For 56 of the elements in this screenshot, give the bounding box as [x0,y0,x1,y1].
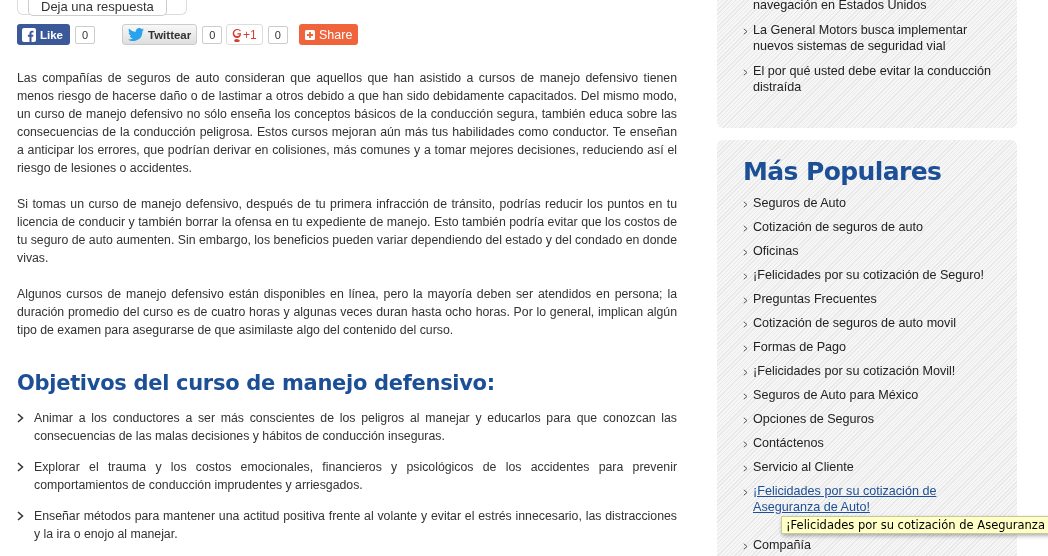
sidebar-heading: Más Populares [743,156,943,188]
popular-link[interactable]: ¡Felicidades por su cotización de Seguro! [753,267,984,283]
plus-one-button[interactable]: +1 [226,24,263,45]
chevron-icon [743,441,748,448]
popular-link[interactable]: Seguros de Auto para México [753,387,919,403]
chevron-icon [743,465,748,472]
news-link[interactable]: La General Motors busca implementar nuevos sistemas de seguridad vial [753,22,997,54]
bird-icon [128,28,144,41]
share-count: 0 [202,25,223,44]
popular-link[interactable]: Opciones de Seguros [753,411,875,427]
list-item: Explorar el trauma y los costos emocionales, financieros y psicológicos de los accidentes para prevenir comportamientos de conducción imprudentes y arriesgados. [34,459,677,494]
tweet-button[interactable]: Twittear [122,24,198,45]
list-item: Animar a los conductores a ser más conscientes de los peligros al manejar y educarlos para que conozcan las consecuencias de las malas decisiones y hábitos de conducción inseguras. [34,410,677,445]
popular-link[interactable]: Oficinas [753,243,799,259]
popular-link[interactable]: Servicio al Cliente [753,459,854,475]
chevron-icon [743,489,748,496]
chevron-icon [743,417,748,424]
paragraph: Algunos cursos de manejo defensivo están disponibles en línea, pero la mayoría deben ser atendidos en persona; la duración promedio del curso es de cuatro horas y algunas veces duran hasta ocho horas. Por lo general, implican algún tipo de examen para asegurarse de que asimilaste algo del contenido del curso. [17,286,677,339]
popular-link[interactable]: Preguntas Frecuentes [753,291,877,307]
chevron-icon [743,321,748,328]
section-heading: Objetivos del curso de manejo defensivo: [17,370,496,396]
popular-link[interactable]: Compañía [753,537,812,553]
g-icon [232,27,242,42]
news-link[interactable]: El por qué usted debe evitar la conducción distraída [753,63,997,95]
reply-button[interactable]: Deja una respuesta [28,0,167,16]
share-count: 0 [267,25,288,44]
chevron-icon [743,69,748,76]
chevron-icon [743,249,748,256]
popular-link[interactable]: Contáctenos [753,435,824,451]
chevron-icon [17,413,24,423]
chevron-icon [743,369,748,376]
facebook-icon [22,27,36,42]
chevron-icon [743,225,748,232]
popular-link[interactable]: Seguros de Auto [753,195,847,211]
popular-link[interactable]: Formas de Pago [753,339,847,355]
popular-link[interactable]: Cotización de seguros de auto [753,219,924,235]
paragraph: Si tomas un curso de manejo defensivo, después de tu primera infracción de tránsito, podrías reducir los puntos en tu licencia de conducir y también borrar la ofensa en tu expediente de manejo. Esto también podría evitar que los costos de tu seguro de auto aumenten. Sin embargo, los beneficios pueden variar dependiendo del estado y del condado en donde vivas. [17,196,677,267]
tooltip: ¡Felicidades por su cotización de Aseguranza [781,516,1048,534]
like-button[interactable]: Like [17,24,70,45]
chevron-icon [743,201,748,208]
chevron-icon [743,28,748,35]
popular-link[interactable]: ¡Felicidades por su cotización de Aseguranza de Auto! [753,483,997,515]
chevron-icon [17,511,24,521]
chevron-icon [743,297,748,304]
news-link[interactable]: navegación en Estados Unidos [753,0,927,13]
popular-link[interactable]: Cotización de seguros de auto movil [753,315,956,331]
chevron-icon [743,345,748,352]
chevron-icon [743,543,748,550]
share-count: 0 [75,25,96,44]
chevron-icon [17,462,24,472]
popular-link[interactable]: ¡Felicidades por su cotización Movil! [753,363,956,379]
chevron-icon [743,273,748,280]
paragraph: Las compañías de seguros de auto consideran que aquellos que han asistido a cursos de manejo defensivo tienen menos riesgo de hacerse daño o de lastimar a otros debido a que han sido debidamente capacitados. Del mismo modo, un curso de manejo defensivo no sólo enseña los conceptos básicos de la conducción segura, también educa sobre las consecuencias de la conducción peligrosa. Estos cursos mejoran aún más tus habilidades como conductor. Te enseñan a anticipar los errores, que podrían derivar en colisiones, más comunes y a tomar mejores decisiones, reduciendo así el riesgo de lesiones o accidentes. [17,70,677,177]
list-item: Enseñar métodos para mantener una actitud positiva frente al volante y evitar el estrés innecesario, las distracciones y la ira o enojo al manejar. [34,508,677,543]
chevron-icon [743,393,748,400]
plus-icon [305,29,315,40]
